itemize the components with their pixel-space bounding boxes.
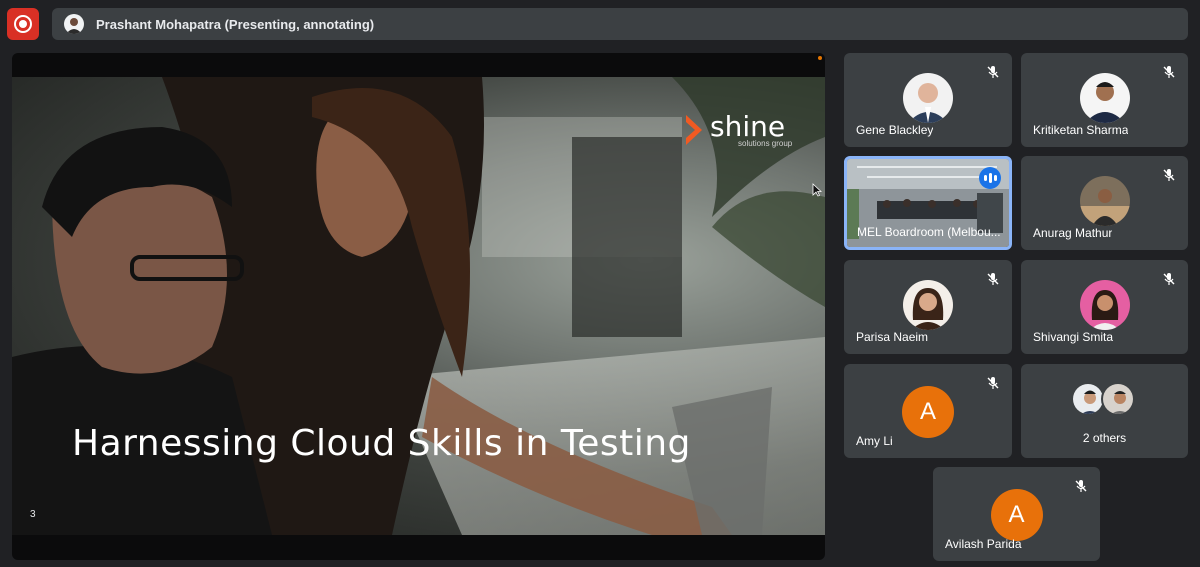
participant-tile[interactable]: A Avilash Parida (933, 467, 1100, 561)
presentation-slide: shine solutions group Harnessing Cloud S… (12, 77, 825, 535)
participant-name: Parisa Naeim (856, 330, 929, 344)
participant-name: Amy Li (856, 434, 893, 448)
brand-chevron-icon (686, 115, 702, 145)
brand-name: shine (710, 110, 786, 143)
mic-off-icon (984, 270, 1002, 288)
participant-tile[interactable]: Kritiketan Sharma (1021, 53, 1188, 147)
mic-off-icon (984, 63, 1002, 81)
speaking-indicator-icon (979, 167, 1001, 189)
mic-off-icon (1160, 270, 1178, 288)
annotation-indicator (818, 56, 822, 60)
slide-title: Harnessing Cloud Skills in Testing (72, 423, 691, 464)
participant-name: Avilash Parida (945, 537, 1022, 551)
brand-logo: shine solutions group (684, 113, 792, 148)
mic-off-icon (1160, 63, 1178, 81)
others-count-label: 2 others (1082, 431, 1127, 445)
others-tile[interactable]: 2 others (1021, 364, 1188, 458)
participant-initial-avatar: A (902, 386, 954, 438)
participant-avatar (903, 73, 953, 123)
participant-avatar (1079, 176, 1130, 226)
participant-tile[interactable]: Anurag Mathur (1021, 156, 1188, 250)
participant-tile[interactable]: Parisa Naeim (844, 260, 1012, 354)
participant-name: Gene Blackley (856, 123, 934, 137)
participant-avatar (1079, 280, 1130, 330)
participant-avatar (903, 280, 953, 330)
participant-avatar (1100, 382, 1135, 416)
record-icon (14, 15, 32, 33)
participant-name: Anurag Mathur (1033, 226, 1113, 240)
mic-off-icon (1160, 166, 1178, 184)
participant-name: Shivangi Smita (1033, 330, 1114, 344)
mouse-cursor-icon (812, 183, 822, 197)
mic-off-icon (984, 374, 1002, 392)
brand-tagline: solutions group (738, 139, 793, 148)
presenter-avatar (64, 14, 84, 34)
participant-tile-speaking[interactable]: MEL Boardroom (Melbou... (844, 156, 1012, 250)
participant-avatar (1070, 382, 1105, 416)
record-button[interactable] (7, 8, 39, 40)
presenter-label: Prashant Mohapatra (Presenting, annotati… (96, 16, 375, 32)
presenter-bar[interactable]: Prashant Mohapatra (Presenting, annotati… (52, 8, 1188, 40)
others-avatars (1070, 382, 1135, 416)
participant-name: MEL Boardroom (Melbou... (857, 225, 1001, 239)
participant-tile[interactable]: Gene Blackley (844, 53, 1012, 147)
participant-avatar (1079, 73, 1130, 123)
participant-tile[interactable]: A Amy Li (844, 364, 1012, 458)
mic-off-icon (1072, 477, 1090, 495)
participant-initial-avatar: A (990, 489, 1043, 541)
participant-name: Kritiketan Sharma (1033, 123, 1129, 137)
slide-page-number: 3 (30, 509, 36, 520)
participant-tile[interactable]: Shivangi Smita (1021, 260, 1188, 354)
presentation-stage[interactable]: shine solutions group Harnessing Cloud S… (12, 53, 825, 560)
